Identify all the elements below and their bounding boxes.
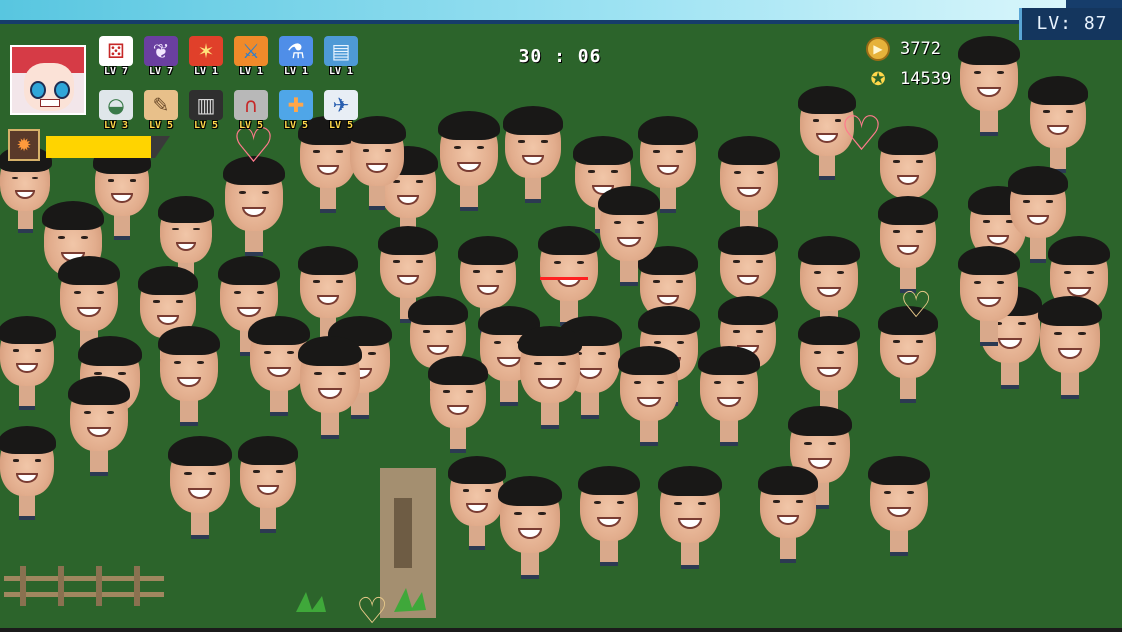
kill-burst-icon: ✪	[870, 68, 886, 90]
passive-level-label: LV 5	[193, 120, 219, 131]
portrait-face	[24, 63, 74, 111]
gold-counter: ▶ 3772	[866, 36, 941, 62]
enemy-head	[1027, 75, 1089, 179]
magnet-icon: ∩	[234, 90, 268, 120]
passive-slot: ▥ LV 5	[186, 90, 226, 134]
kill-counter: ✪ 14539	[866, 66, 951, 92]
enemy-head	[92, 146, 152, 246]
enemy-head	[867, 455, 931, 563]
weapon-level-label: LV 7	[148, 66, 174, 77]
enemy-head	[237, 435, 299, 539]
weapon-slot: ❦ LV 7	[141, 36, 181, 80]
passive-slot: ∩ LV 5	[231, 90, 271, 134]
special-charge-fill	[46, 136, 152, 158]
dice-icon: ⚄	[99, 36, 133, 66]
special-skill-icon: ✹	[8, 129, 40, 161]
experience-bar	[0, 0, 1122, 24]
enemy-head	[617, 345, 681, 453]
weapon-slot: ⚗ LV 1	[276, 36, 316, 80]
enemy-head	[1007, 165, 1069, 269]
heart-pickup: ♡	[900, 285, 933, 326]
weapon-level-label: LV 7	[103, 66, 129, 77]
heart-pickup: ♡	[840, 106, 884, 162]
passive-level-label: LV 3	[103, 120, 129, 131]
enemy-head	[577, 465, 641, 573]
enemy-head	[222, 155, 286, 263]
enemy-head	[957, 35, 1021, 143]
enemy-head	[297, 335, 363, 446]
character-portrait	[10, 45, 86, 115]
weapon-slot: ✶ LV 1	[186, 36, 226, 80]
enemy-head	[167, 435, 233, 546]
wing-boots-icon: ✈	[324, 90, 358, 120]
fire-slash-icon: ✶	[189, 36, 223, 66]
passive-slot: ✚ LV 5	[276, 90, 316, 134]
weapon-slot: ⚔ LV 1	[231, 36, 271, 80]
special-charge-bar	[46, 136, 170, 158]
experience-fill	[0, 0, 1066, 20]
enemy-head	[1037, 295, 1103, 406]
enemy-head	[347, 116, 407, 216]
passive-level-label: LV 5	[283, 120, 309, 131]
weapon-level-label: LV 1	[238, 66, 264, 77]
enemy-head	[517, 325, 583, 436]
syringe-icon: ✚	[279, 90, 313, 120]
enemy-head	[497, 475, 563, 586]
portrait-eye	[54, 81, 70, 99]
enemy-head	[437, 110, 501, 218]
coin-icon: ▶	[866, 37, 890, 61]
enemy-head	[427, 355, 489, 459]
weapon-level-label: LV 1	[193, 66, 219, 77]
level-indicator: LV: 87	[1019, 8, 1122, 40]
weapon-slot: ▤ LV 1	[321, 36, 361, 80]
grapes-icon: ❦	[144, 36, 178, 66]
enemy-head	[0, 146, 52, 239]
player-health-bar	[540, 277, 588, 280]
kill-value: 14539	[900, 69, 952, 89]
enemy-head	[0, 316, 57, 416]
portrait-eye	[30, 81, 46, 99]
enemy-head	[697, 345, 761, 453]
weapon-level-label: LV 1	[283, 66, 309, 77]
enemy-head	[597, 185, 661, 293]
portrait-mouth	[40, 99, 60, 107]
heart-pickup: ♡	[356, 591, 389, 632]
weapon-level-label: LV 1	[328, 66, 354, 77]
keyboard-icon: ▤	[324, 36, 358, 66]
gold-value: 3772	[900, 39, 941, 59]
game-viewport: ♡ ♡ ♡ ♡ LV: 87 ⚄ LV 7 ❦ LV 7 ✶ LV 1 ⚔ LV 1 ⚗ LV 1…	[0, 0, 1122, 632]
passive-level-label: LV 5	[328, 120, 354, 131]
passive-slot: ✈ LV 5	[321, 90, 361, 134]
enemy-head	[657, 465, 723, 576]
crossed-swords-icon: ⚔	[234, 36, 268, 66]
survival-timer: 30 : 06	[518, 46, 602, 67]
book-icon: ▥	[189, 90, 223, 120]
enemy-head	[502, 105, 564, 209]
wooden-fence	[4, 566, 164, 606]
enemy-head	[67, 375, 131, 483]
pill-bottle-icon: ⚗	[279, 36, 313, 66]
enemy-head	[0, 426, 57, 526]
weapon-slot: ⚄ LV 7	[96, 36, 136, 80]
enemy-head	[757, 465, 819, 569]
passive-slot: ✎ LV 5	[141, 90, 181, 134]
passive-slot: ◒ LV 3	[96, 90, 136, 134]
enemy-head	[157, 325, 221, 433]
rice-bowl-icon: ◒	[99, 90, 133, 120]
passive-level-label: LV 5	[148, 120, 174, 131]
enemy-head	[447, 456, 507, 556]
screen-border	[0, 628, 1122, 632]
key-icon: ✎	[144, 90, 178, 120]
passive-level-label: LV 5	[238, 120, 264, 131]
